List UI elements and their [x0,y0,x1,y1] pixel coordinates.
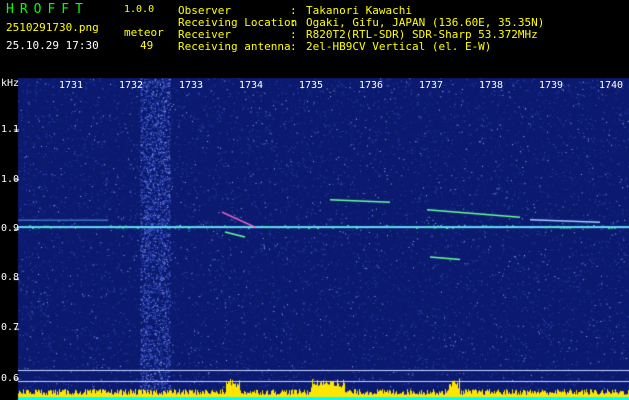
date-time: 25.10.29 17:30 [6,39,99,52]
x-tick-label: 1736 [359,80,384,91]
y-tick-label: 0.9 [1,223,20,234]
y-tick-label: 0.7 [1,322,20,333]
x-tick-label: 1738 [479,80,504,91]
antenna-separator: : [290,40,297,53]
file-name: 2510291730.png [6,21,99,34]
x-tick-label: 1731 [59,80,84,91]
y-tick-label: 1.1 [1,124,20,135]
y-axis-unit: kHz [1,78,20,89]
x-tick-label: 1732 [119,80,144,91]
antenna-label: Receiving antenna [178,40,291,53]
y-tick-label: 0.6 [1,373,20,384]
meteor-count: 49 [140,39,154,52]
x-tick-label: 1739 [539,80,564,91]
y-tick-label: 0.8 [1,272,20,283]
x-tick-label: 1737 [419,80,444,91]
app-title: HROFFT [6,2,89,17]
y-tick-label: 1.0 [1,174,20,185]
app-version: 1.0.0 [124,4,155,15]
x-tick-label: 1735 [299,80,324,91]
x-tick-label: 1740 [599,80,624,91]
x-tick-label: 1734 [239,80,264,91]
x-tick-label: 1733 [179,80,204,91]
info-header: HROFFT 1.0.0 2510291730.png 25.10.29 17:… [0,0,629,78]
antenna-value: 2el-HB9CV Vertical (el. E-W) [306,40,492,53]
meteor-label: meteor [124,26,164,39]
